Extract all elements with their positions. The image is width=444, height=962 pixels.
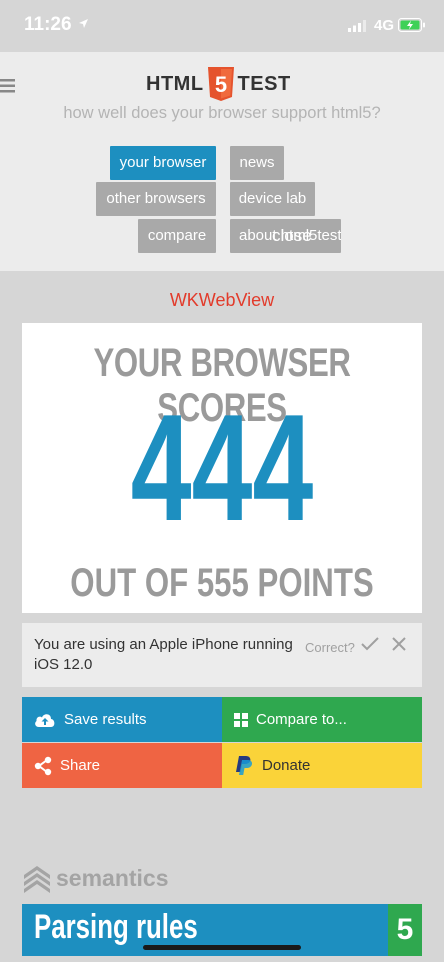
site-header: HTML 5 TEST how well does your browser s…	[0, 52, 444, 271]
logo-test-text: TEST	[237, 72, 291, 95]
hamburger-menu-icon[interactable]	[0, 78, 16, 94]
save-results-label: Save results	[64, 711, 147, 728]
status-bar: 11:26 4G	[0, 0, 444, 52]
nav-close-overlay[interactable]: close	[272, 219, 312, 253]
score-value: 444	[130, 383, 314, 553]
html5-shield-icon: 5	[207, 67, 234, 101]
cloud-upload-icon	[35, 713, 55, 727]
nav-your-browser[interactable]: your browser	[110, 146, 216, 180]
nav-compare[interactable]: compare	[138, 219, 216, 253]
share-icon	[34, 756, 52, 775]
share-label: Share	[60, 757, 101, 774]
signal-bars-icon	[348, 20, 366, 32]
compare-to-label: Compare to...	[256, 711, 347, 728]
network-type: 4G	[374, 17, 395, 34]
parsing-rules-title: Parsing rules	[34, 908, 198, 946]
site-logo[interactable]: HTML 5 TEST	[146, 66, 291, 102]
site-tagline: how well does your browser support html5…	[63, 104, 381, 122]
section-title: semantics	[56, 864, 169, 891]
engine-name: WKWebView	[169, 290, 275, 310]
section-header-semantics: semantics	[22, 862, 169, 894]
score-max: OUT OF 555 POINTS	[70, 561, 374, 605]
status-time: 11:26	[24, 14, 72, 35]
parsing-rules-score: 5	[388, 904, 422, 956]
logo-number: 5	[214, 72, 226, 97]
device-info: You are using an Apple iPhone running iO…	[22, 623, 422, 687]
location-arrow-icon	[79, 19, 88, 28]
compare-to-button[interactable]: Compare to...	[222, 697, 422, 742]
donate-label: Donate	[262, 757, 311, 774]
save-results-button[interactable]: Save results	[22, 697, 222, 742]
nav-news[interactable]: news	[230, 146, 284, 180]
share-button[interactable]: Share	[22, 743, 222, 788]
donate-button[interactable]: Donate	[222, 743, 422, 788]
device-description: You are using an Apple iPhone running iO…	[34, 636, 293, 673]
battery-charging-icon	[398, 18, 425, 32]
correct-prompt: Correct?	[305, 640, 355, 655]
grid-icon	[234, 712, 248, 727]
check-icon[interactable]	[360, 636, 380, 652]
paypal-icon	[236, 755, 253, 775]
layers-icon	[24, 866, 50, 893]
nav-other-browsers[interactable]: other browsers	[96, 182, 216, 216]
close-icon[interactable]	[391, 636, 407, 652]
nav-about[interactable]: about html5test close	[230, 219, 341, 253]
home-indicator[interactable]	[143, 945, 301, 950]
logo-html-text: HTML	[146, 72, 204, 95]
score-card: YOUR BROWSER SCORES 444 OUT OF 555 POINT…	[22, 323, 422, 613]
nav-device-lab[interactable]: device lab	[230, 182, 315, 216]
